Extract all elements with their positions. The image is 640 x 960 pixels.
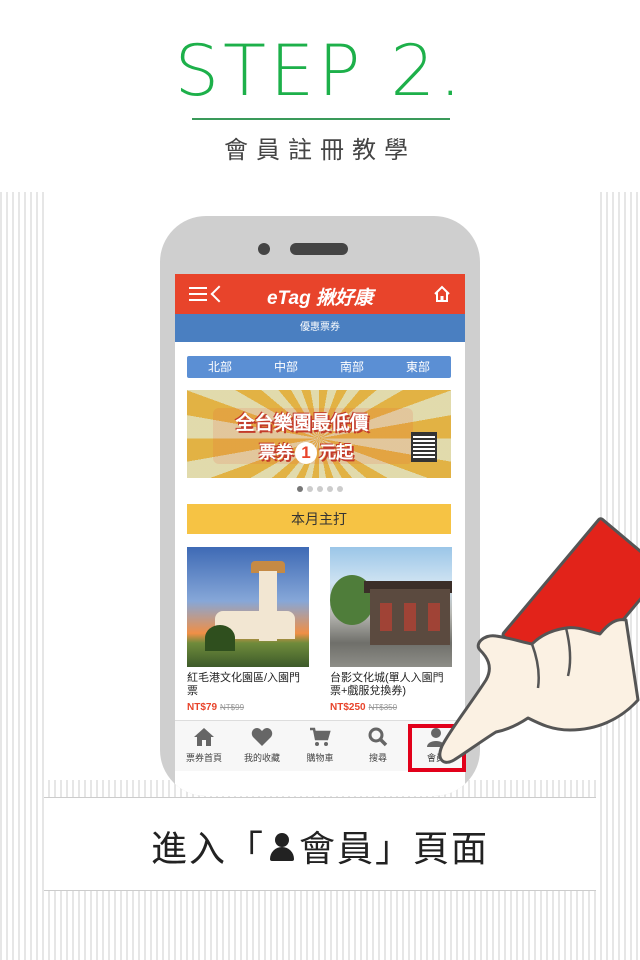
step-subtitle: 會員註冊教學 — [224, 137, 416, 164]
price-original: NT$350 — [368, 703, 398, 712]
banner-number-badge: 1 — [295, 442, 317, 464]
instruction-keyword: 會員 — [298, 828, 375, 869]
heart-icon — [251, 728, 273, 746]
product-image — [187, 547, 309, 667]
phone-speaker — [290, 243, 348, 255]
region-tab-south[interactable]: 南部 — [319, 356, 385, 378]
region-tab-north[interactable]: 北部 — [187, 356, 253, 378]
banner-subline: 票券 1 元起 — [259, 438, 353, 464]
carousel-dot[interactable] — [327, 486, 333, 492]
palm-tree — [205, 625, 235, 651]
tab-label: 購物車 — [306, 753, 334, 763]
carousel-dot[interactable] — [297, 486, 303, 492]
product-name: 紅毛港文化園區/入園門票 — [187, 672, 301, 697]
user-icon — [269, 833, 295, 863]
qr-code-icon — [411, 432, 437, 462]
monthly-featured-header: 本月主打 — [187, 504, 451, 534]
pointing-hand-icon — [438, 618, 640, 764]
tab-search[interactable]: 搜尋 — [349, 721, 407, 771]
instruction-post: 」頁面 — [375, 828, 490, 869]
home-outline-icon[interactable] — [433, 285, 451, 303]
home-icon — [194, 728, 214, 746]
price-original: NT$99 — [220, 703, 245, 712]
window — [380, 603, 392, 631]
title-divider — [192, 118, 450, 120]
product-price: NT$79 NT$99 — [187, 702, 309, 713]
tab-cart[interactable]: 購物車 — [291, 721, 349, 771]
section-title-bar: 優惠票券 — [175, 314, 465, 342]
region-tab-east[interactable]: 東部 — [385, 356, 451, 378]
region-tab-central[interactable]: 中部 — [253, 356, 319, 378]
price-current: NT$250 — [330, 702, 366, 713]
phone-camera — [258, 243, 270, 255]
search-icon — [368, 727, 388, 747]
tab-ticket-home[interactable]: 票券首頁 — [175, 721, 233, 771]
instruction-text: 進入「 會員」頁面 — [44, 820, 596, 872]
banner-subline-pre: 票券 — [259, 443, 293, 462]
step-header: STEP 2. 會員註冊教學 — [0, 0, 640, 192]
carousel-dot[interactable] — [307, 486, 313, 492]
banner-subline-post: 元起 — [319, 443, 353, 462]
banner-headline: 全台樂園最低價 — [235, 413, 369, 434]
instruction-pre: 進入「 — [150, 828, 265, 869]
product-card[interactable]: 紅毛港文化園區/入園門票 NT$79 NT$99 — [187, 547, 309, 713]
carousel-dot[interactable] — [317, 486, 323, 492]
region-tabs: 北部 中部 南部 東部 — [187, 356, 451, 378]
instruction-box: 進入「 會員」頁面 — [44, 797, 596, 891]
tab-label: 搜尋 — [368, 753, 387, 763]
step-title: STEP 2. — [174, 30, 466, 112]
app-topbar: eTag 揪好康 — [175, 274, 465, 314]
cart-icon — [310, 727, 331, 746]
tab-label: 票券首頁 — [185, 753, 222, 763]
tab-favorites[interactable]: 我的收藏 — [233, 721, 291, 771]
promo-banner[interactable]: 全台樂園最低價 票券 1 元起 — [187, 390, 451, 478]
carousel-dots — [175, 486, 465, 492]
carousel-dot[interactable] — [337, 486, 343, 492]
price-current: NT$79 — [187, 702, 218, 713]
app-logo: eTag 揪好康 — [267, 288, 373, 309]
window — [404, 603, 416, 631]
tab-label: 我的收藏 — [243, 753, 280, 763]
